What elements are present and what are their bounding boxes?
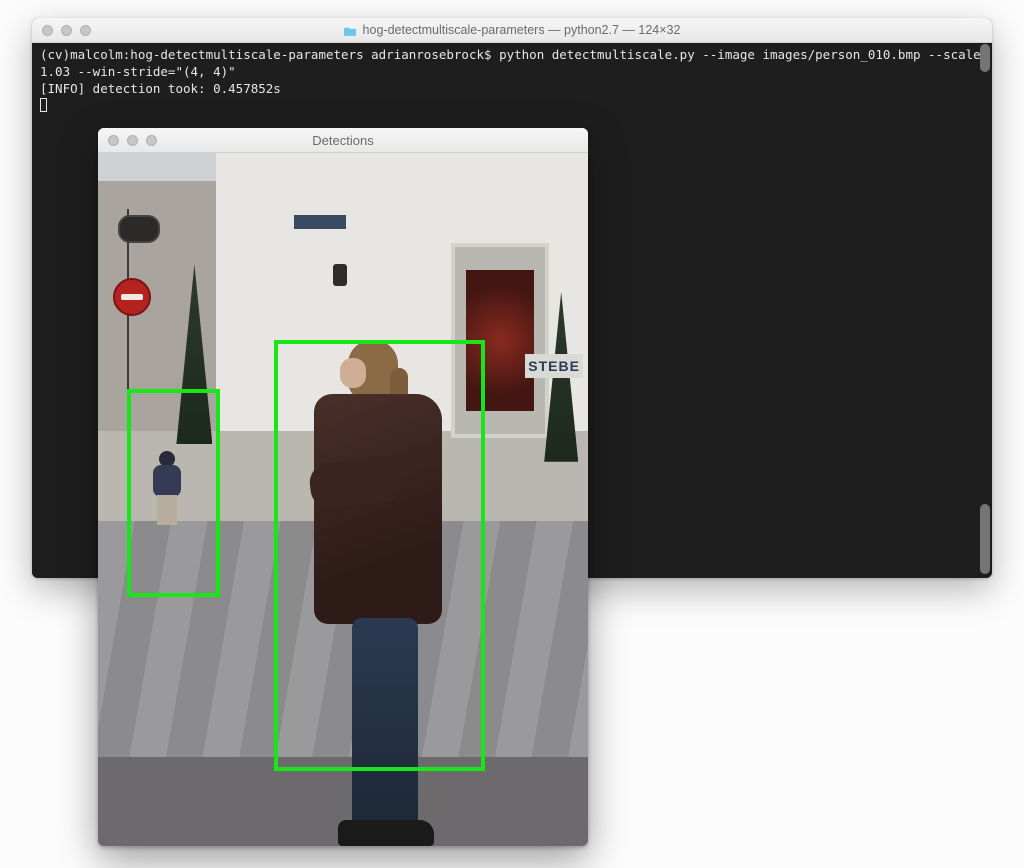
terminal-scrollbar-track[interactable] <box>978 44 990 574</box>
close-icon[interactable] <box>42 25 53 36</box>
screenshot-root: hog-detectmultiscale-parameters — python… <box>0 0 1024 868</box>
detections-titlebar[interactable]: Detections <box>98 128 588 153</box>
detections-window[interactable]: Detections STEBE <box>98 128 588 846</box>
storefront-sign: STEBE <box>525 354 583 378</box>
terminal-cursor <box>40 98 47 112</box>
terminal-prompt-line: (cv)malcolm:hog-detectmultiscale-paramet… <box>40 47 988 79</box>
folder-icon <box>344 25 357 35</box>
no-entry-sign-icon <box>113 278 151 316</box>
terminal-titlebar[interactable]: hog-detectmultiscale-parameters — python… <box>32 18 992 43</box>
hanging-sign <box>118 215 160 243</box>
detection-bbox-1 <box>274 340 485 770</box>
wall-lamp <box>333 264 347 286</box>
detections-title: Detections <box>98 133 588 148</box>
street-sign <box>294 215 346 229</box>
terminal-scrollbar-thumb-bottom[interactable] <box>980 504 990 574</box>
terminal-title: hog-detectmultiscale-parameters — python… <box>32 23 992 37</box>
window-controls <box>32 25 91 36</box>
zoom-icon[interactable] <box>80 25 91 36</box>
terminal-info-line: [INFO] detection took: 0.457852s <box>40 81 281 96</box>
terminal-title-text: hog-detectmultiscale-parameters — python… <box>363 23 681 37</box>
detection-bbox-0 <box>127 389 220 597</box>
minimize-icon[interactable] <box>61 25 72 36</box>
terminal-scrollbar-thumb-top[interactable] <box>980 44 990 72</box>
detections-image: STEBE <box>98 153 588 846</box>
